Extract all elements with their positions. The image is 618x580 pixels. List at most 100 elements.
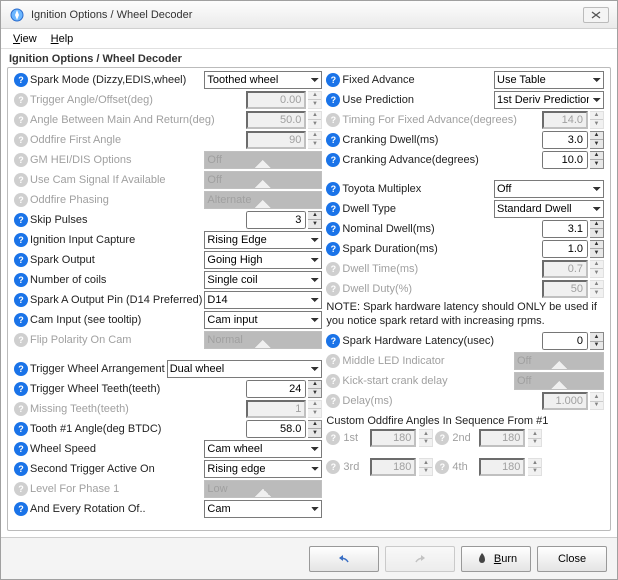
oddfire-first-input <box>246 131 306 149</box>
help-icon[interactable]: ? <box>14 362 28 376</box>
cam-input-select[interactable]: Cam input <box>204 311 322 329</box>
help-icon[interactable]: ? <box>14 253 28 267</box>
help-icon: ? <box>326 354 340 368</box>
second-trigger-select[interactable]: Rising edge <box>204 460 322 478</box>
spinner[interactable]: ▲▼ <box>590 240 604 258</box>
fixed-advance-select[interactable]: Use Table <box>494 71 604 89</box>
help-icon: ? <box>435 460 449 474</box>
trigger-wheel-arr-select[interactable]: Dual wheel <box>167 360 323 378</box>
help-icon[interactable]: ? <box>326 133 340 147</box>
and-every-rot-select[interactable]: Cam <box>204 500 322 518</box>
help-icon[interactable]: ? <box>14 273 28 287</box>
spark-a-pin-select[interactable]: D14 <box>204 291 322 309</box>
help-icon[interactable]: ? <box>326 222 340 236</box>
row-fixed-advance: ? Fixed Advance Use Table <box>326 70 604 89</box>
help-icon[interactable]: ? <box>326 334 340 348</box>
label: Ignition Input Capture <box>30 234 202 246</box>
cranking-advance-input[interactable] <box>542 151 588 169</box>
row-spark-mode: ? Spark Mode (Dizzy,EDIS,wheel) Toothed … <box>14 70 322 89</box>
spinner: ▲▼ <box>308 91 322 109</box>
help-icon[interactable]: ? <box>326 73 340 87</box>
burn-button[interactable]: Burn <box>461 546 531 572</box>
ign-input-capture-select[interactable]: Rising Edge <box>204 231 322 249</box>
row-wheel-speed: ? Wheel Speed Cam wheel <box>14 439 322 458</box>
label: 1st <box>343 432 367 444</box>
label: Use Prediction <box>342 94 492 106</box>
spinner: ▲▼ <box>308 111 322 129</box>
skip-pulses-input[interactable] <box>246 211 306 229</box>
close-button[interactable]: Close <box>537 546 607 572</box>
help-icon: ? <box>326 262 340 276</box>
help-icon[interactable]: ? <box>14 293 28 307</box>
help-icon: ? <box>326 460 340 474</box>
help-icon[interactable]: ? <box>326 93 340 107</box>
label: Trigger Wheel Teeth(teeth) <box>30 383 244 395</box>
spinner[interactable]: ▲▼ <box>590 131 604 149</box>
spinner[interactable]: ▲▼ <box>308 380 322 398</box>
angle-main-return-input <box>246 111 306 129</box>
menu-help[interactable]: Help <box>45 31 80 47</box>
row-angle-main-return: ? Angle Between Main And Return(deg) ▲▼ <box>14 110 322 129</box>
wheel-speed-select[interactable]: Cam wheel <box>204 440 322 458</box>
burn-label: Burn <box>494 553 517 565</box>
help-icon[interactable]: ? <box>14 422 28 436</box>
spinner[interactable]: ▲▼ <box>308 211 322 229</box>
label: Timing For Fixed Advance(degrees) <box>342 114 540 126</box>
help-icon[interactable]: ? <box>14 73 28 87</box>
spinner[interactable]: ▲▼ <box>590 151 604 169</box>
nominal-dwell-input[interactable] <box>542 220 588 238</box>
titlebar: Ignition Options / Wheel Decoder <box>1 1 617 29</box>
undo-icon <box>337 552 351 566</box>
level-phase1-select: Low <box>204 480 322 498</box>
spark-hw-latency-input[interactable] <box>542 332 588 350</box>
label: Trigger Wheel Arrangement <box>30 363 165 375</box>
help-icon[interactable]: ? <box>14 313 28 327</box>
menu-view[interactable]: View <box>7 31 43 47</box>
help-icon: ? <box>14 193 28 207</box>
help-icon: ? <box>14 402 28 416</box>
spark-mode-select[interactable]: Toothed wheel <box>204 71 322 89</box>
missing-teeth-input <box>246 400 306 418</box>
help-icon[interactable]: ? <box>326 153 340 167</box>
close-icon[interactable] <box>583 7 609 23</box>
toyota-multiplex-select[interactable]: Off <box>494 180 604 198</box>
label: Wheel Speed <box>30 443 202 455</box>
trigger-wheel-teeth-input[interactable] <box>246 380 306 398</box>
label: Level For Phase 1 <box>30 483 202 495</box>
help-icon[interactable]: ? <box>14 502 28 516</box>
spinner[interactable]: ▲▼ <box>590 220 604 238</box>
spinner: ▲▼ <box>419 458 433 476</box>
cranking-dwell-input[interactable] <box>542 131 588 149</box>
spark-duration-input[interactable] <box>542 240 588 258</box>
gm-hei-dis-select: Off <box>204 151 322 169</box>
spinner: ▲▼ <box>590 392 604 410</box>
label: Spark Mode (Dizzy,EDIS,wheel) <box>30 74 202 86</box>
spinner[interactable]: ▲▼ <box>590 332 604 350</box>
label: Oddfire First Angle <box>30 134 244 146</box>
num-coils-select[interactable]: Single coil <box>204 271 322 289</box>
help-icon[interactable]: ? <box>14 382 28 396</box>
tooth1-angle-input[interactable] <box>246 420 306 438</box>
dwell-type-select[interactable]: Standard Dwell <box>494 200 604 218</box>
label: Delay(ms) <box>342 395 540 407</box>
help-icon[interactable]: ? <box>14 442 28 456</box>
use-prediction-select[interactable]: 1st Deriv Prediction <box>494 91 604 109</box>
ang2-input <box>479 429 525 447</box>
row-missing-teeth: ? Missing Teeth(teeth) ▲▼ <box>14 399 322 418</box>
spark-output-select[interactable]: Going High <box>204 251 322 269</box>
label: Toyota Multiplex <box>342 183 492 195</box>
help-icon[interactable]: ? <box>326 242 340 256</box>
dwell-time-input <box>542 260 588 278</box>
help-icon[interactable]: ? <box>326 182 340 196</box>
help-icon[interactable]: ? <box>326 202 340 216</box>
spinner[interactable]: ▲▼ <box>308 420 322 438</box>
help-icon[interactable]: ? <box>14 233 28 247</box>
row-gm-hei-dis: ? GM HEI/DIS Options Off <box>14 150 322 169</box>
delay-ms-input <box>542 392 588 410</box>
help-icon[interactable]: ? <box>14 462 28 476</box>
row-ign-input-capture: ? Ignition Input Capture Rising Edge <box>14 230 322 249</box>
note-text: NOTE: Spark hardware latency should ONLY… <box>326 299 604 331</box>
undo-button[interactable] <box>309 546 379 572</box>
help-icon[interactable]: ? <box>14 213 28 227</box>
row-cranking-advance: ? Cranking Advance(degrees) ▲▼ <box>326 150 604 169</box>
